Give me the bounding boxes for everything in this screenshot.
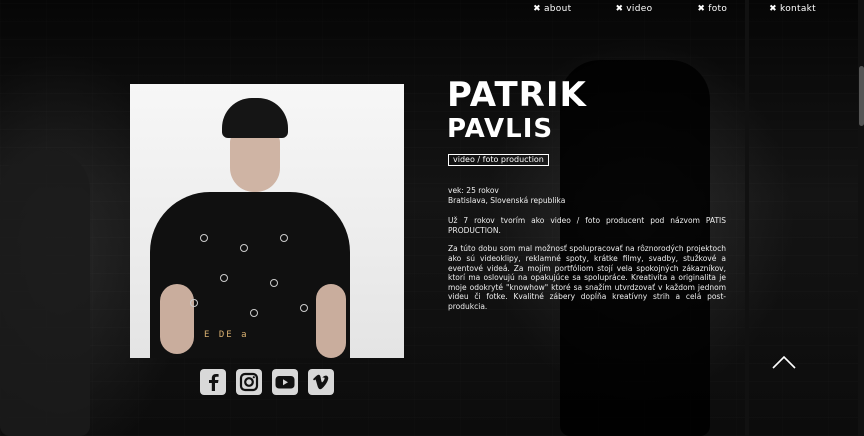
shirt-pattern-dot xyxy=(300,304,308,312)
photo-arm-right xyxy=(316,284,346,358)
intro-paragraph: Už 7 rokov tvorím ako video / foto produ… xyxy=(448,216,726,235)
shirt-pattern-dot xyxy=(200,234,208,242)
background-light-stand xyxy=(745,0,749,436)
nav-kontakt-label: kontakt xyxy=(780,4,816,14)
shirt-pattern-dot xyxy=(190,299,198,307)
background-figure-left xyxy=(0,150,90,436)
shirt-pattern-dot xyxy=(220,274,228,282)
nav-foto[interactable]: ✖ foto xyxy=(697,4,727,14)
shirt-pattern-dot xyxy=(240,244,248,252)
scrollbar-thumb[interactable] xyxy=(859,66,864,126)
top-navigation: ✖ about ✖ video ✖ foto ✖ kontakt xyxy=(533,4,816,14)
social-links xyxy=(200,369,334,395)
about-text: vek: 25 rokov Bratislava, Slovenská repu… xyxy=(448,186,726,312)
photo-face xyxy=(230,132,280,192)
shirt-pattern-dot xyxy=(250,309,258,317)
close-icon: ✖ xyxy=(615,4,624,14)
nav-video[interactable]: ✖ video xyxy=(615,4,652,14)
close-icon: ✖ xyxy=(769,4,777,14)
shirt-pattern-dot xyxy=(270,279,278,287)
youtube-icon[interactable] xyxy=(272,369,298,395)
photo-beanie xyxy=(222,98,288,138)
scrollbar[interactable] xyxy=(858,0,864,436)
page-title-last-name: PAVLIS xyxy=(447,114,554,144)
photo-shirt-print: E DE a xyxy=(204,330,249,340)
profession-badge: video / foto production xyxy=(448,154,549,166)
page-title-first-name: PATRIK xyxy=(447,75,587,115)
nav-video-label: video xyxy=(626,4,653,14)
location-text: Bratislava, Slovenská republika xyxy=(448,195,566,205)
photo-arm-left xyxy=(160,284,194,354)
instagram-icon[interactable] xyxy=(236,369,262,395)
nav-about-label: about xyxy=(543,4,572,14)
vimeo-icon[interactable] xyxy=(308,369,334,395)
bio-paragraph: Za túto dobu som mal možnosť spolupracov… xyxy=(448,244,726,311)
close-icon: ✖ xyxy=(533,4,541,14)
chevron-up-icon xyxy=(772,355,796,369)
nav-foto-label: foto xyxy=(708,4,728,14)
nav-kontakt[interactable]: ✖ kontakt xyxy=(769,4,816,14)
age-text: vek: 25 rokov xyxy=(448,186,499,195)
scroll-up-button[interactable] xyxy=(772,354,796,370)
nav-about[interactable]: ✖ about xyxy=(533,4,571,14)
shirt-pattern-dot xyxy=(280,234,288,242)
facebook-icon[interactable] xyxy=(200,369,226,395)
close-icon: ✖ xyxy=(697,4,706,14)
profile-photo: E DE a xyxy=(130,84,404,358)
